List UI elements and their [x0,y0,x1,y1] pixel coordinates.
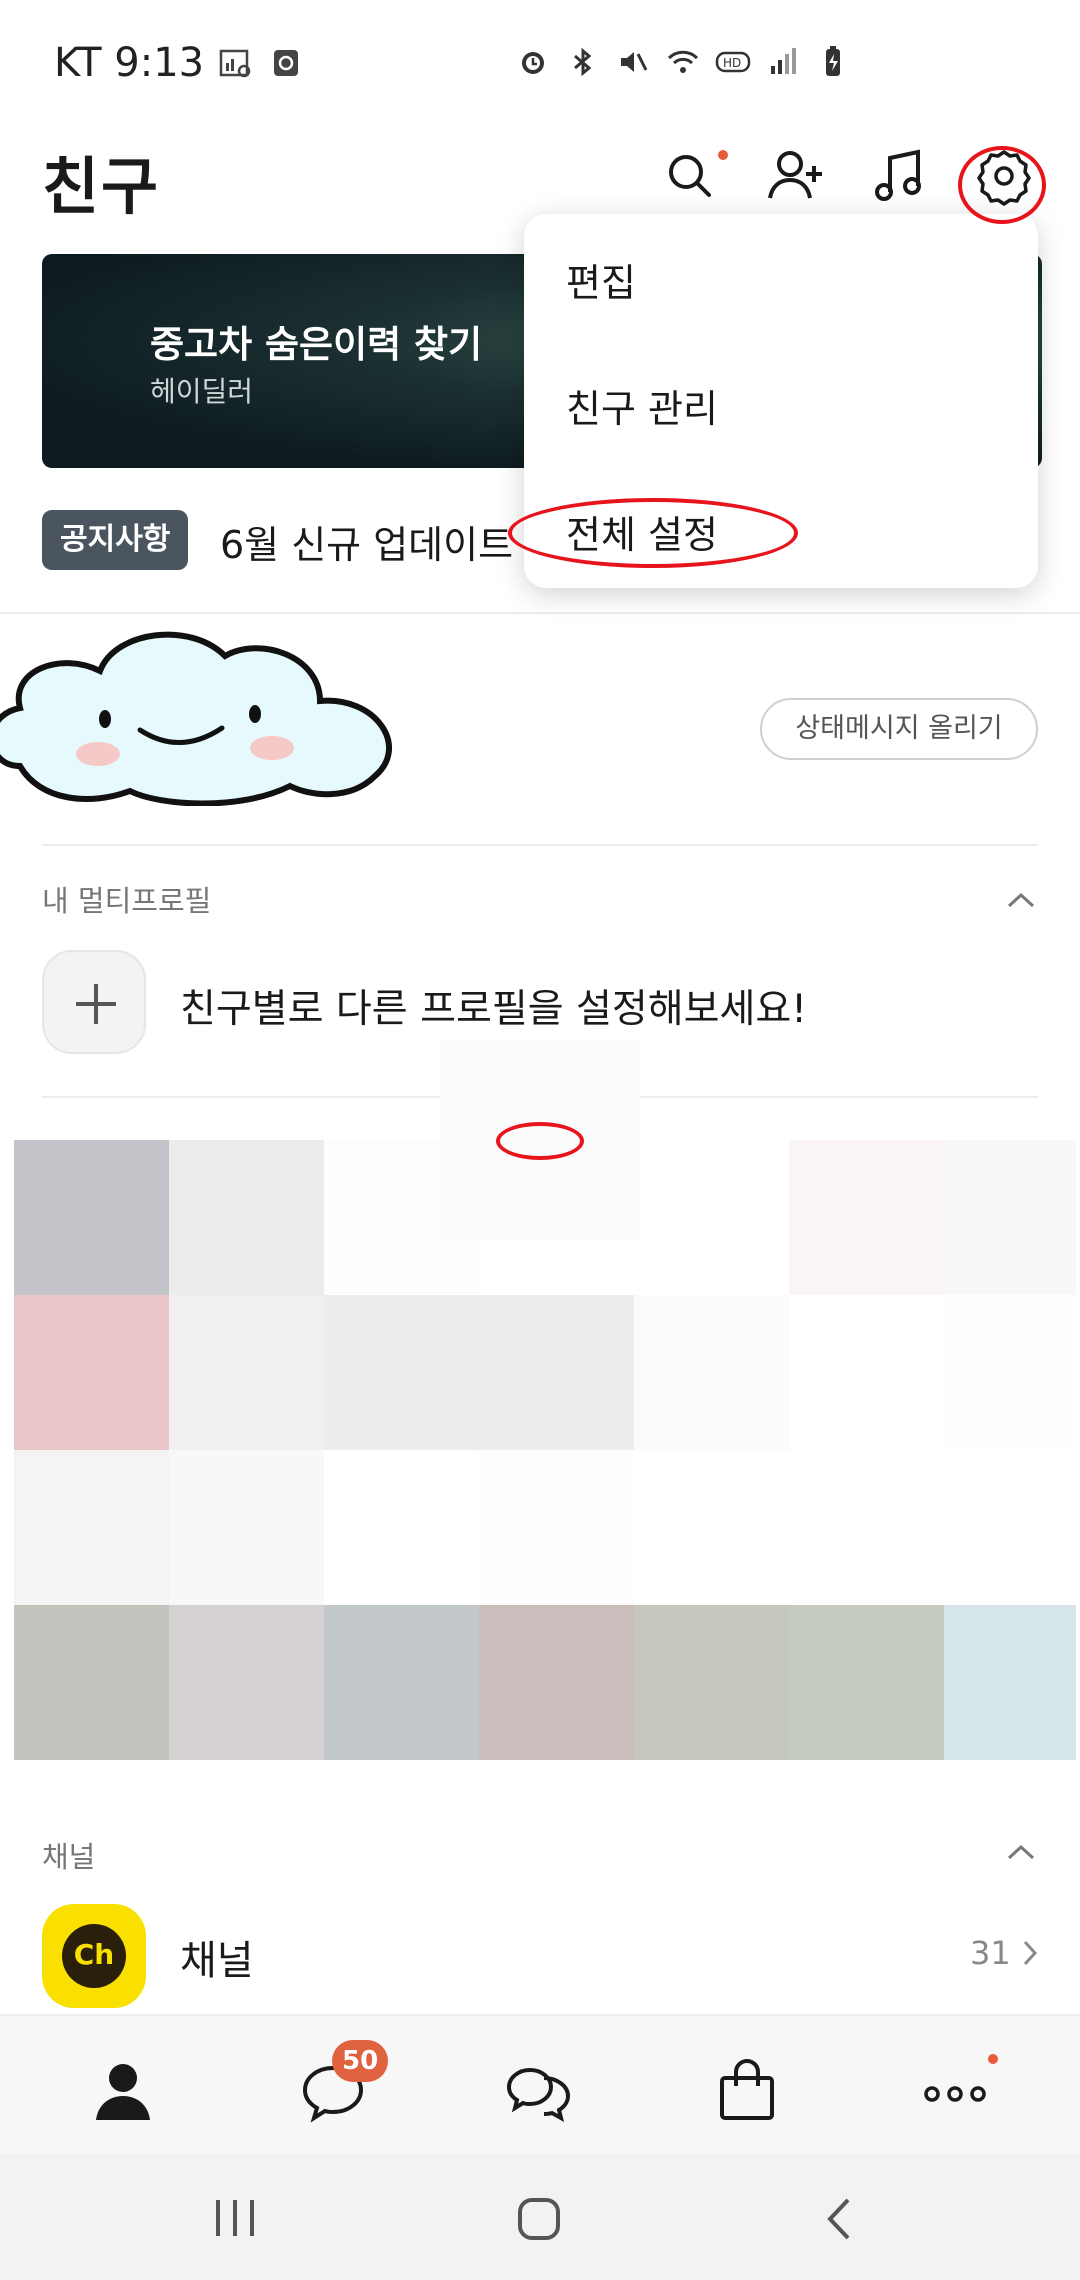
plus-icon [76,984,116,1024]
banner-subtitle: 헤이딜러 [150,375,254,408]
channel-logo-text: Ch [62,1924,126,1988]
chevron-right-icon[interactable] [1020,1938,1040,1968]
chat-unread-badge: 50 [332,2040,389,2082]
notice-text[interactable]: 6월 신규 업데이트 [220,514,513,569]
profile-avatar[interactable] [0,616,420,806]
banner-title: 중고차 숨은이력 찾기 [150,323,483,366]
mosaic-cell [14,1295,169,1450]
mosaic-cell [634,1140,789,1295]
mosaic-cell [789,1295,944,1450]
page-title: 친구 [42,150,161,223]
divider [0,612,1080,614]
mosaic-cell [14,1450,169,1605]
annotation-circle-settings [958,146,1046,224]
mosaic-cell [479,1605,634,1760]
divider [42,844,1038,846]
mosaic-cell [324,1295,479,1450]
back-icon[interactable] [820,2196,860,2242]
home-icon[interactable] [514,2194,564,2244]
chevron-up-icon[interactable] [1006,1842,1036,1862]
bluetooth-icon [574,47,592,77]
status-bar: KT 9:13 HD [0,0,1080,130]
mosaic-cell [169,1605,324,1760]
screen-record-icon [274,50,299,76]
channel-name[interactable]: 채널 [180,1928,254,1986]
mosaic-cell [944,1605,1076,1760]
wifi-icon [667,50,699,73]
multi-profile-section-label: 내 멀티프로필 [42,884,212,918]
add-multi-profile-button[interactable] [42,950,146,1054]
status-message-button[interactable]: 상태메시지 올리기 [760,698,1038,760]
menu-item-manage-friends[interactable]: 친구 관리 [566,378,718,433]
channel-logo[interactable]: Ch [42,1904,146,2008]
music-icon[interactable] [868,144,932,208]
mosaic-cell [944,1140,1076,1295]
mosaic-cell [169,1450,324,1605]
mosaic-cell [169,1140,324,1295]
hd-icon: HD [715,51,751,73]
alarm-icon [522,52,544,74]
mosaic-cell [634,1295,789,1450]
openchat-icon[interactable] [504,2056,574,2126]
shopping-icon[interactable] [712,2056,782,2126]
status-left: KT 9:13 [54,40,304,86]
friends-icon[interactable] [88,2056,158,2126]
mosaic-cell [14,1605,169,1760]
signal-icon [771,48,796,74]
search-notification-dot [718,150,728,160]
bottom-nav [0,2014,1080,2154]
mute-icon [621,52,648,72]
mosaic-cell [789,1450,944,1605]
mosaic-cell [789,1140,944,1295]
search-icon[interactable] [658,144,722,208]
mosaic-cell [14,1140,169,1295]
mosaic-cell [324,1450,479,1605]
multi-profile-prompt[interactable]: 친구별로 다른 프로필을 설정해보세요! [180,978,807,1034]
system-nav-bar [0,2154,1080,2280]
mosaic-cell [944,1295,1076,1450]
notice-badge[interactable]: 공지사항 [42,510,189,570]
recent-apps-icon[interactable] [210,2196,260,2240]
mosaic-cell [479,1450,634,1605]
annotation-circle-all-settings [508,498,798,568]
more-notification-dot [988,2054,998,2064]
mosaic-cell [634,1605,789,1760]
analytics-icon [219,49,251,78]
mosaic-cell [944,1450,1076,1605]
svg-text:HD: HD [723,56,741,70]
channel-count: 31 [970,1934,1011,1972]
annotation-circle-small [496,1122,584,1160]
chevron-up-icon[interactable] [1006,890,1036,910]
mosaic-cell [479,1295,634,1450]
mosaic-cell [789,1605,944,1760]
mosaic-cell [324,1605,479,1760]
add-friend-icon[interactable] [764,144,828,208]
battery-icon [826,46,840,76]
mosaic-cell [634,1450,789,1605]
status-right: HD [515,44,851,80]
menu-item-edit[interactable]: 편집 [566,252,636,307]
channel-section-label: 채널 [42,1840,96,1874]
more-icon[interactable] [920,2056,990,2126]
carrier-time: KT 9:13 [54,40,205,86]
mosaic-cell [169,1295,324,1450]
